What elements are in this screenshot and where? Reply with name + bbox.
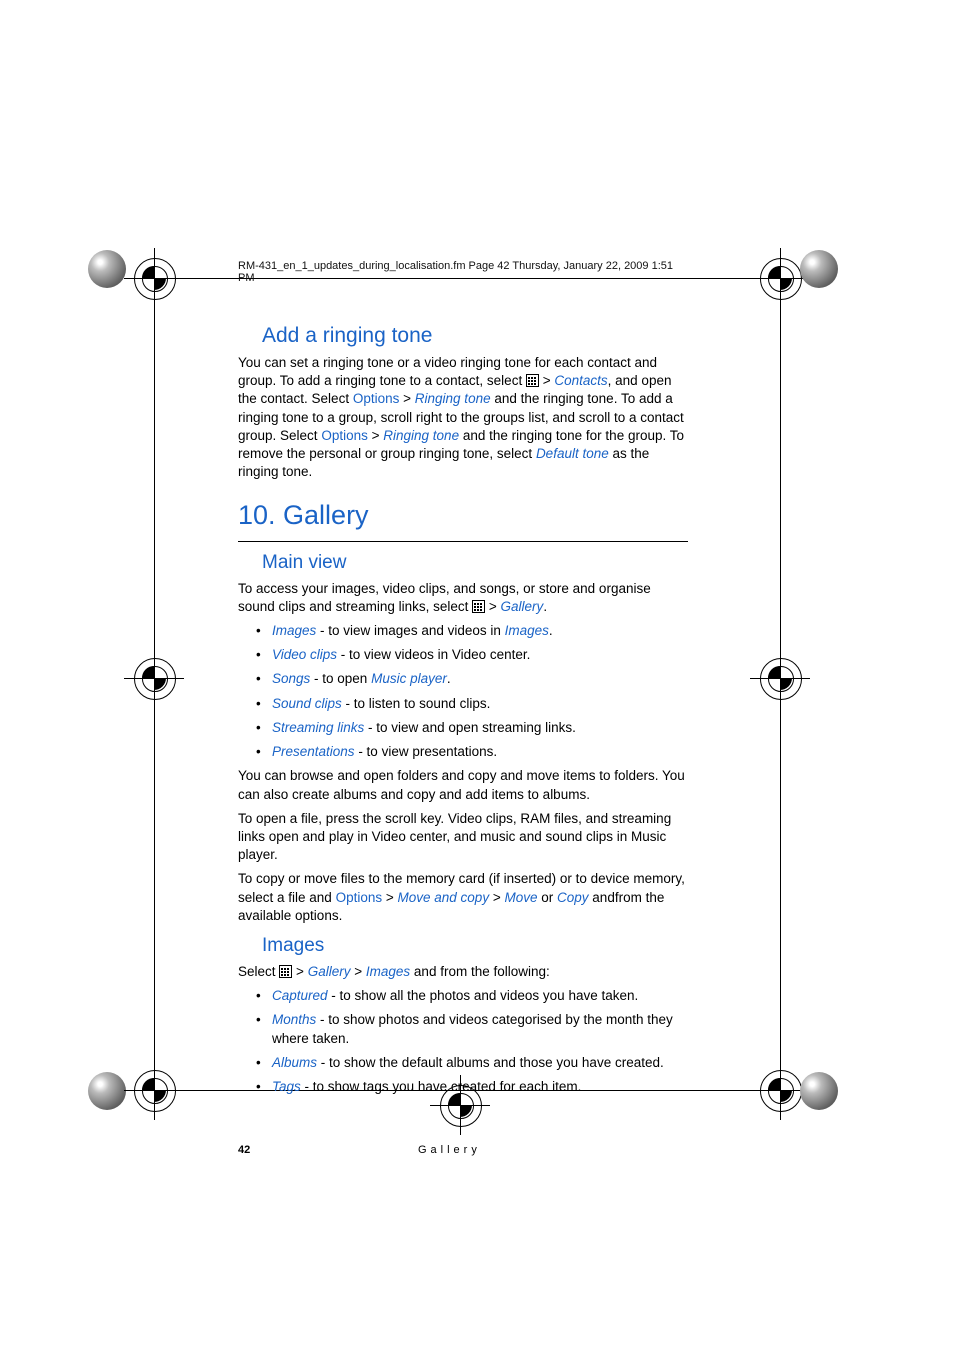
list-item: Streaming links - to view and open strea…	[272, 719, 688, 737]
term: Sound clips	[272, 696, 342, 711]
mark-reticle	[124, 648, 184, 708]
body-text: To copy or move files to the memory card…	[238, 870, 688, 925]
ui-ringing-tone: Ringing tone	[383, 428, 459, 443]
text: - to view and open streaming links.	[364, 720, 576, 735]
ui-move-and-copy: Move and copy	[398, 890, 490, 905]
ui-default-tone: Default tone	[536, 446, 609, 461]
term: Albums	[272, 1055, 317, 1070]
bullet-list-main: Images - to view images and videos in Im…	[238, 622, 688, 761]
link-contacts: Contacts	[554, 373, 607, 388]
mark-ball	[800, 250, 838, 288]
body-text: Select > Gallery > Images and from the f…	[238, 963, 688, 981]
text: .	[549, 623, 553, 638]
sep-gt: >	[296, 964, 304, 979]
term: Presentations	[272, 744, 355, 759]
link-gallery: Gallery	[501, 599, 544, 614]
menu-icon	[279, 965, 292, 978]
ui-options: Options	[353, 391, 400, 406]
text: .	[447, 671, 451, 686]
link: Images	[505, 623, 549, 638]
menu-icon	[526, 374, 539, 387]
section-heading-ringing: Add a ringing tone	[262, 324, 688, 348]
footer-title: Gallery	[418, 1144, 481, 1156]
link-gallery: Gallery	[308, 964, 351, 979]
list-item: Months - to show photos and videos categ…	[272, 1011, 688, 1047]
list-item: Albums - to show the default albums and …	[272, 1054, 688, 1072]
sep-gt: >	[403, 391, 411, 406]
text: - to show tags you have created for each…	[301, 1079, 582, 1094]
section-heading-images: Images	[262, 935, 688, 957]
list-item: Tags - to show tags you have created for…	[272, 1078, 688, 1096]
body-text: You can browse and open folders and copy…	[238, 767, 688, 803]
sep-gt: >	[386, 890, 394, 905]
chapter-heading: 10. Gallery	[238, 500, 688, 531]
page-number: 42	[238, 1144, 250, 1156]
list-item: Presentations - to view presentations.	[272, 743, 688, 761]
body-text: To open a file, press the scroll key. Vi…	[238, 810, 688, 865]
mark-ball	[88, 1072, 126, 1110]
text: To access your images, video clips, and …	[238, 581, 651, 614]
body-text: You can set a ringing tone or a video ri…	[238, 354, 688, 482]
ui-options: Options	[336, 890, 383, 905]
page-footer: 42 Gallery	[238, 1144, 688, 1156]
list-item: Captured - to show all the photos and vi…	[272, 987, 688, 1005]
text: or	[538, 890, 558, 905]
sep-gt: >	[543, 373, 551, 388]
term: Tags	[272, 1079, 301, 1094]
bullet-list-images: Captured - to show all the photos and vi…	[238, 987, 688, 1096]
chapter-rule	[238, 541, 688, 542]
text: .	[543, 599, 547, 614]
term: Streaming links	[272, 720, 364, 735]
text: - to open	[310, 671, 371, 686]
text: - to show all the photos and videos you …	[328, 988, 639, 1003]
document-header: RM-431_en_1_updates_during_localisation.…	[238, 260, 688, 284]
ui-options: Options	[321, 428, 368, 443]
list-item: Video clips - to view videos in Video ce…	[272, 646, 688, 664]
mark-ball	[800, 1072, 838, 1110]
term: Video clips	[272, 647, 337, 662]
body-text: To access your images, video clips, and …	[238, 580, 688, 616]
text: - to view videos in Video center.	[337, 647, 530, 662]
text: - to listen to sound clips.	[342, 696, 491, 711]
ui-ringing-tone: Ringing tone	[415, 391, 491, 406]
text: and from the following:	[410, 964, 550, 979]
mark-ball	[88, 250, 126, 288]
text: Select	[238, 964, 279, 979]
ui-copy: Copy	[557, 890, 589, 905]
text: - to show photos and videos categorised …	[272, 1012, 673, 1045]
sep-gt: >	[493, 890, 501, 905]
sep-gt: >	[354, 964, 362, 979]
mark-reticle	[750, 648, 810, 708]
term: Months	[272, 1012, 316, 1027]
text: - to view images and videos in	[316, 623, 504, 638]
section-heading-main-view: Main view	[262, 552, 688, 574]
list-item: Images - to view images and videos in Im…	[272, 622, 688, 640]
sep-gt: >	[489, 599, 497, 614]
ui-move: Move	[505, 890, 538, 905]
text: - to view presentations.	[355, 744, 498, 759]
menu-icon	[472, 600, 485, 613]
term: Songs	[272, 671, 310, 686]
list-item: Sound clips - to listen to sound clips.	[272, 695, 688, 713]
list-item: Songs - to open Music player.	[272, 670, 688, 688]
link-images: Images	[366, 964, 410, 979]
term: Images	[272, 623, 316, 638]
link: Music player	[371, 671, 447, 686]
text: - to show the default albums and those y…	[317, 1055, 664, 1070]
term: Captured	[272, 988, 328, 1003]
sep-gt: >	[372, 428, 380, 443]
